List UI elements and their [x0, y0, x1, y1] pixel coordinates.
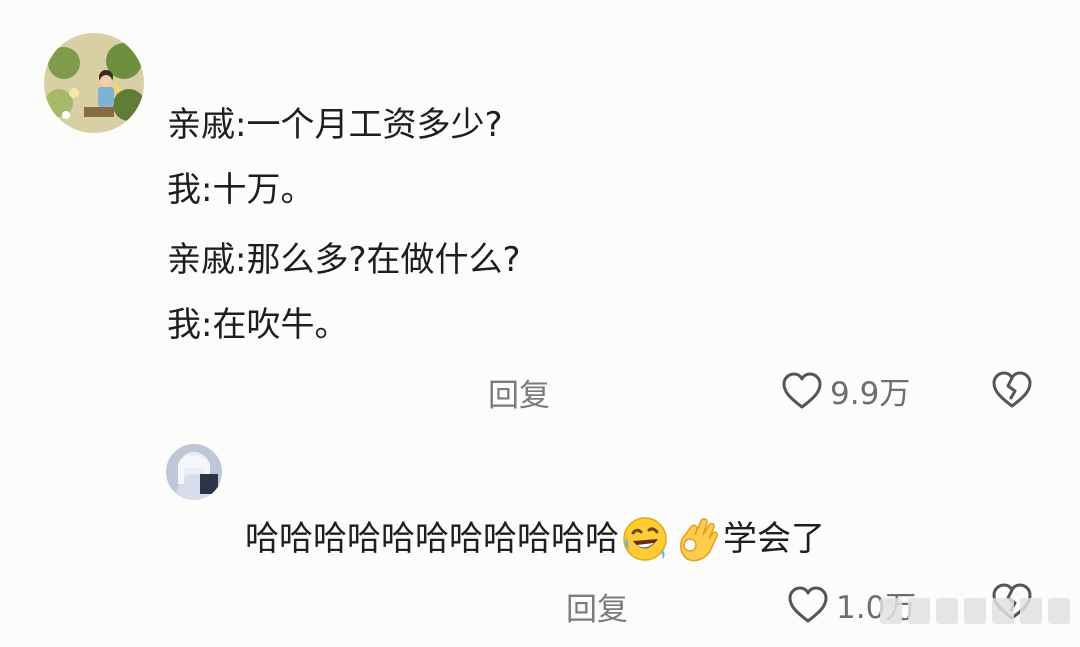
ok-hand-emoji: [673, 515, 721, 563]
comment-author-avatar[interactable]: [44, 33, 144, 133]
reply-text: 哈哈哈哈哈哈哈哈哈哈哈 学会了: [245, 515, 825, 563]
like-button[interactable]: 9.9万: [780, 368, 910, 413]
broken-heart-icon: [992, 371, 1032, 408]
comment-line: 我:十万。: [167, 170, 315, 210]
reply-button[interactable]: 回复: [488, 370, 550, 415]
rolling-laughing-emoji: [621, 515, 669, 563]
reply-text-prefix: 哈哈哈哈哈哈哈哈哈哈哈: [245, 519, 619, 559]
comment-line: 亲戚:那么多?在做什么?: [167, 240, 521, 280]
comment-line: 我:在吹牛。: [167, 305, 349, 345]
comment-line: 亲戚:一个月工资多少?: [167, 105, 503, 145]
heart-outline-icon: [788, 586, 828, 622]
reply-button[interactable]: 回复: [566, 584, 628, 629]
dislike-button[interactable]: [990, 370, 1034, 414]
heart-outline-icon: [782, 372, 822, 408]
like-count: 9.9万: [830, 376, 911, 412]
reply-text-suffix: 学会了: [723, 519, 825, 559]
reply-author-avatar[interactable]: [166, 444, 222, 500]
watermark: [880, 598, 1070, 624]
